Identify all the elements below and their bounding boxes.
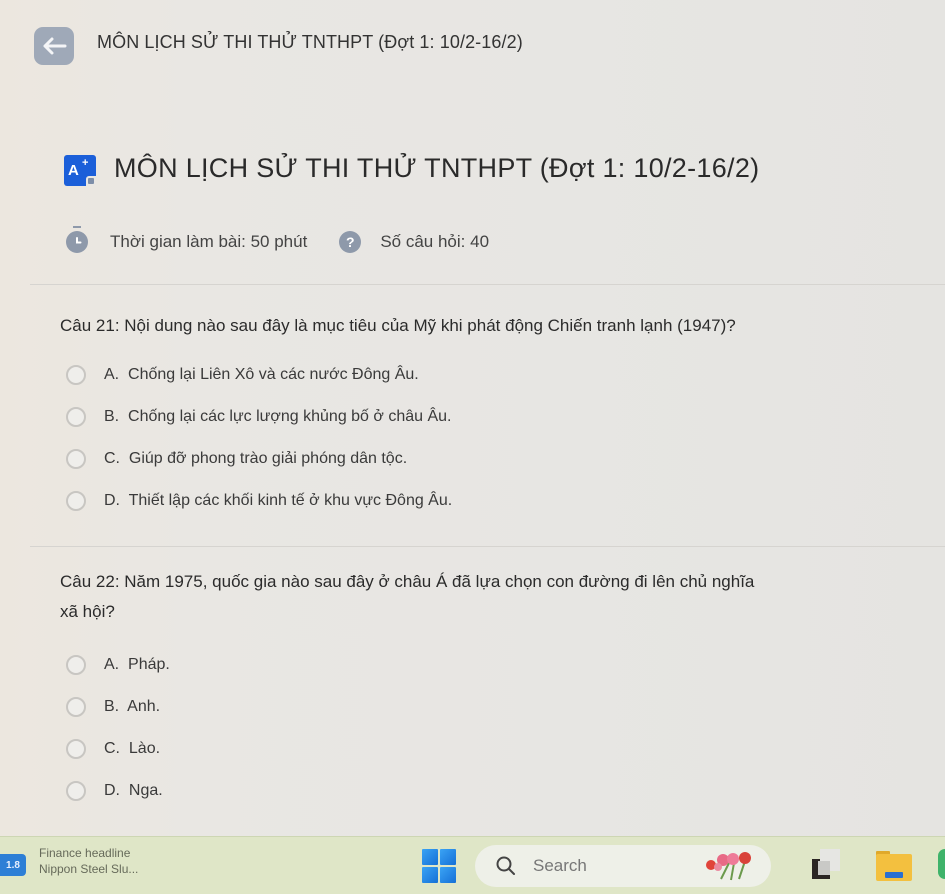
- option-a[interactable]: A. Pháp.: [66, 644, 945, 686]
- option-b[interactable]: B. Chống lại các lực lượng khủng bố ở ch…: [66, 396, 945, 438]
- radio-button[interactable]: [66, 655, 86, 675]
- stock-chart-icon: 1.8: [0, 854, 26, 876]
- news-widget[interactable]: 1.8 Finance headline Nippon Steel Slu...: [0, 845, 138, 877]
- file-explorer-icon[interactable]: [876, 849, 912, 881]
- option-d[interactable]: D. Thiết lập các khối kinh tế ở khu vực …: [66, 480, 945, 522]
- help-icon: ?: [339, 231, 362, 253]
- divider: [30, 284, 945, 285]
- search-placeholder: Search: [533, 856, 587, 875]
- radio-button[interactable]: [66, 739, 86, 759]
- news-subtitle: Nippon Steel Slu...: [39, 862, 139, 876]
- windows-logo-icon: [422, 849, 438, 865]
- arrow-left-icon: [43, 37, 67, 55]
- options-list: A. Chống lại Liên Xô và các nước Đông Âu…: [60, 354, 945, 522]
- option-b[interactable]: B. Anh.: [66, 686, 945, 728]
- radio-button[interactable]: [66, 781, 86, 801]
- radio-button[interactable]: [66, 491, 86, 511]
- options-list: A. Pháp. B. Anh. C. Lào. D. Nga.: [60, 644, 945, 812]
- option-c[interactable]: C. Lào.: [66, 728, 945, 770]
- search-icon: [496, 856, 515, 875]
- question-text: Nội dung nào sau đây là mục tiêu của Mỹ …: [124, 316, 736, 335]
- question-count-label: Số câu hỏi: 40: [380, 232, 490, 251]
- question-22: Câu 22: Năm 1975, quốc gia nào sau đây ở…: [60, 567, 945, 812]
- task-view-icon[interactable]: [812, 849, 840, 879]
- question-21: Câu 21: Nội dung nào sau đây là mục tiêu…: [60, 311, 945, 522]
- taskbar: 1.8 Finance headline Nippon Steel Slu...…: [0, 836, 945, 894]
- exam-heading: A + MÔN LỊCH SỬ THI THỬ TNTHPT (Đợt 1: 1…: [64, 153, 945, 191]
- exam-icon: A +: [64, 155, 96, 186]
- question-number: Câu 22:: [60, 572, 120, 591]
- question-number: Câu 21:: [60, 316, 120, 335]
- flowers-icon: [706, 852, 751, 881]
- clock-icon: [66, 226, 88, 253]
- top-bar: MÔN LỊCH SỬ THI THỬ TNTHPT (Đợt 1: 10/2-…: [0, 0, 945, 90]
- news-title: Finance headline: [39, 846, 131, 860]
- question-text: Năm 1975, quốc gia nào sau đây ở châu Á …: [124, 572, 755, 591]
- option-d[interactable]: D. Nga.: [66, 770, 945, 812]
- back-button[interactable]: [34, 27, 74, 65]
- radio-button[interactable]: [66, 449, 86, 469]
- duration-label: Thời gian làm bài: 50 phút: [110, 232, 308, 251]
- exam-meta: Thời gian làm bài: 50 phút ? Số câu hỏi:…: [66, 226, 490, 255]
- exam-page: MÔN LỊCH SỬ THI THỬ TNTHPT (Đợt 1: 10/2-…: [0, 0, 945, 836]
- question-text-cont: xã hội?: [60, 602, 115, 621]
- divider: [30, 546, 945, 547]
- exam-title: MÔN LỊCH SỬ THI THỬ TNTHPT (Đợt 1: 10/2-…: [114, 153, 760, 183]
- page-title: MÔN LỊCH SỬ THI THỬ TNTHPT (Đợt 1: 10/2-…: [97, 32, 523, 52]
- browser-icon[interactable]: [938, 849, 945, 879]
- taskbar-search[interactable]: Search: [475, 845, 771, 887]
- option-c[interactable]: C. Giúp đỡ phong trào giải phóng dân tộc…: [66, 438, 945, 480]
- windows-start-button[interactable]: [422, 849, 456, 883]
- radio-button[interactable]: [66, 365, 86, 385]
- option-a[interactable]: A. Chống lại Liên Xô và các nước Đông Âu…: [66, 354, 945, 396]
- radio-button[interactable]: [66, 697, 86, 717]
- radio-button[interactable]: [66, 407, 86, 427]
